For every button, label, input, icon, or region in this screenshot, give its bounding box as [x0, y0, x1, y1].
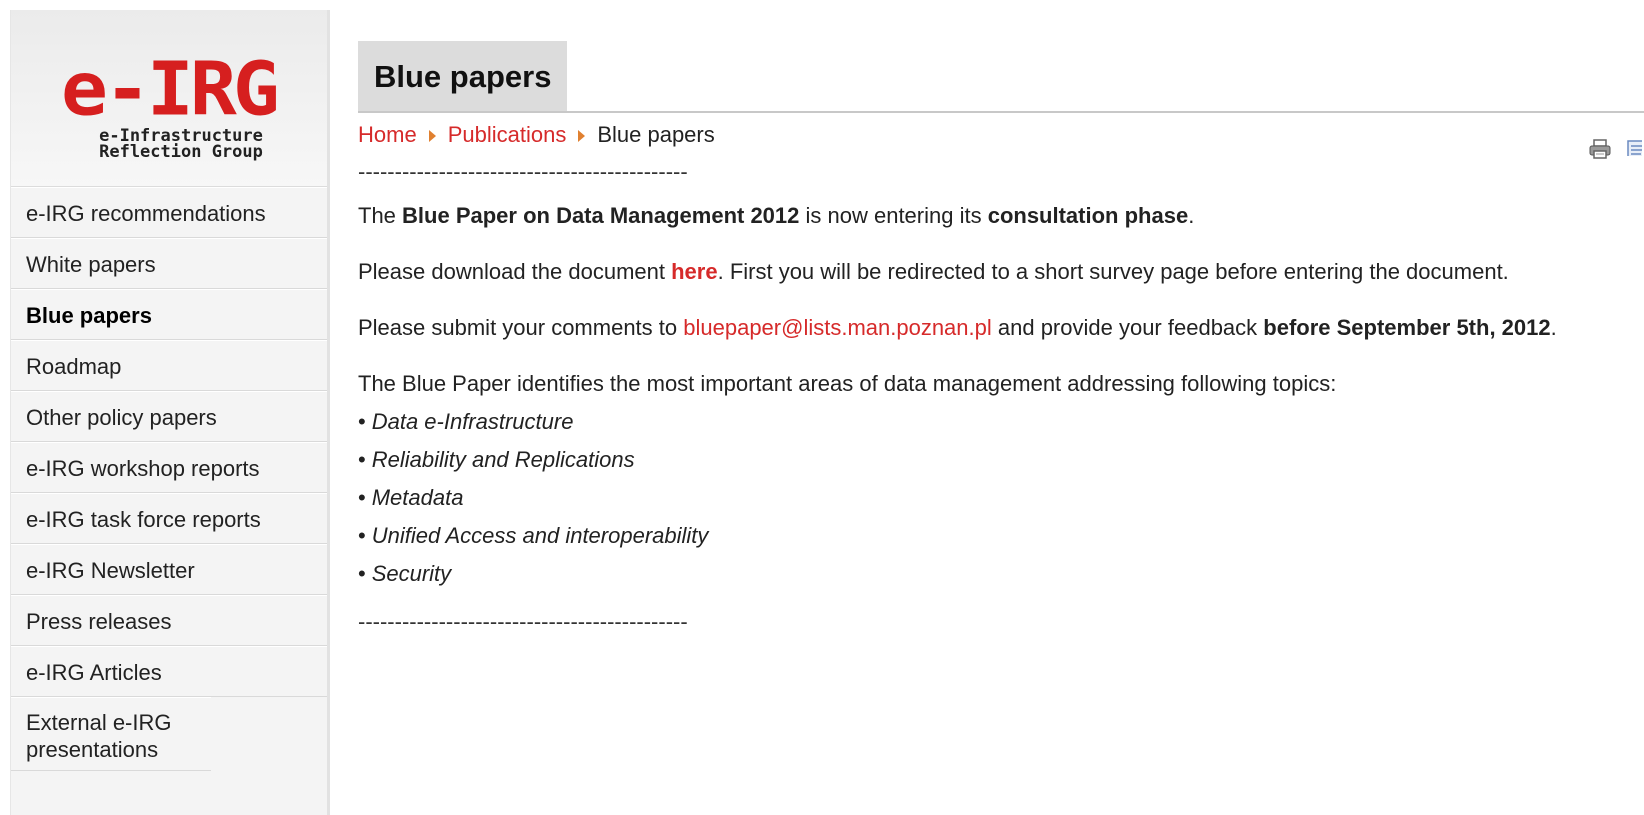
breadcrumb-arrow-icon	[578, 129, 586, 142]
breadcrumb-publications[interactable]: Publications	[448, 122, 567, 147]
article-body: ----------------------------------------…	[358, 161, 1644, 633]
text-bold: Blue Paper on Data Management 2012	[402, 203, 800, 228]
sidebar-item-external-presentations[interactable]: External e-IRG presentations	[11, 697, 211, 771]
text: Please download the document	[358, 259, 672, 284]
text-bold: before September 5th, 2012	[1263, 315, 1551, 340]
sidebar-item-roadmap[interactable]: Roadmap	[11, 340, 327, 391]
download-link[interactable]: here	[671, 259, 717, 284]
sidebar-item-newsletter[interactable]: e-IRG Newsletter	[11, 544, 327, 595]
email-link[interactable]: bluepaper@lists.man.poznan.pl	[683, 315, 992, 340]
list-item: • Reliability and Replications	[358, 441, 1644, 479]
separator-top: ----------------------------------------…	[358, 159, 688, 184]
bullet: •	[358, 561, 366, 586]
paragraph-intro: The Blue Paper on Data Management 2012 i…	[358, 197, 1644, 235]
breadcrumb: Home Publications Blue papers	[358, 113, 1644, 159]
sidebar-item-other-policy-papers[interactable]: Other policy papers	[11, 391, 327, 442]
email-icon[interactable]	[1626, 132, 1642, 157]
list-item: • Security	[358, 555, 1644, 593]
text-bold: consultation phase	[987, 203, 1189, 228]
bullet: •	[358, 523, 366, 548]
page-title: Blue papers	[358, 41, 568, 111]
logo-subtitle-line2: Reflection Group	[99, 142, 263, 162]
logo-mark: e-IRG	[61, 47, 280, 133]
breadcrumb-home[interactable]: Home	[358, 122, 417, 147]
paragraph-download: Please download the document here. First…	[358, 253, 1644, 291]
text: . First you will be redirected to a shor…	[717, 259, 1509, 284]
sidebar: e-IRG e-Infrastructure Reflection Group …	[10, 10, 330, 815]
breadcrumb-arrow-icon	[428, 129, 436, 142]
topics-list: • Data e-Infrastructure • Reliability and …	[358, 403, 1644, 593]
list-item: • Data e-Infrastructure	[358, 403, 1644, 441]
printer-icon[interactable]	[1588, 132, 1612, 159]
text: and provide your feedback	[991, 315, 1264, 340]
paragraph-topics-intro: The Blue Paper identifies the most impor…	[358, 371, 1337, 396]
page-tools	[1580, 121, 1642, 165]
sidebar-item-blue-papers[interactable]: Blue papers	[11, 289, 327, 340]
list-item: • Unified Access and interoperability	[358, 517, 1644, 555]
sidebar-item-articles[interactable]: e-IRG Articles	[11, 646, 327, 697]
main-content: Blue papers Home Publications Blue papers	[358, 41, 1644, 647]
sidebar-item-press-releases[interactable]: Press releases	[11, 595, 327, 646]
bullet: •	[358, 485, 366, 510]
logo-subtitle: e-Infrastructure Reflection Group	[71, 128, 291, 162]
text: .	[1550, 315, 1557, 340]
text: .	[1188, 203, 1195, 228]
list-item-text: Metadata	[371, 485, 464, 510]
bullet: •	[358, 409, 366, 434]
text: is now entering its	[799, 203, 988, 228]
page: e-IRG e-Infrastructure Reflection Group …	[0, 0, 1644, 815]
list-item-text: Security	[371, 561, 452, 586]
sidebar-menu: e-IRG recommendations White papers Blue …	[11, 187, 327, 771]
breadcrumb-current: Blue papers	[597, 122, 715, 147]
logo[interactable]: e-IRG e-Infrastructure Reflection Group	[11, 10, 327, 187]
text: Please submit your comments to	[358, 315, 684, 340]
list-item-text: Reliability and Replications	[371, 447, 635, 472]
separator-bottom: ----------------------------------------…	[358, 609, 688, 634]
sidebar-item-recommendations[interactable]: e-IRG recommendations	[11, 187, 327, 238]
sidebar-item-workshop-reports[interactable]: e-IRG workshop reports	[11, 442, 327, 493]
list-item-text: Data e-Infrastructure	[371, 409, 574, 434]
bullet: •	[358, 447, 366, 472]
sidebar-item-task-force-reports[interactable]: e-IRG task force reports	[11, 493, 327, 544]
text: The	[358, 203, 403, 228]
list-item: • Metadata	[358, 479, 1644, 517]
paragraph-submit: Please submit your comments to bluepaper…	[358, 309, 1644, 347]
sidebar-item-white-papers[interactable]: White papers	[11, 238, 327, 289]
list-item-text: Unified Access and interoperability	[371, 523, 709, 548]
